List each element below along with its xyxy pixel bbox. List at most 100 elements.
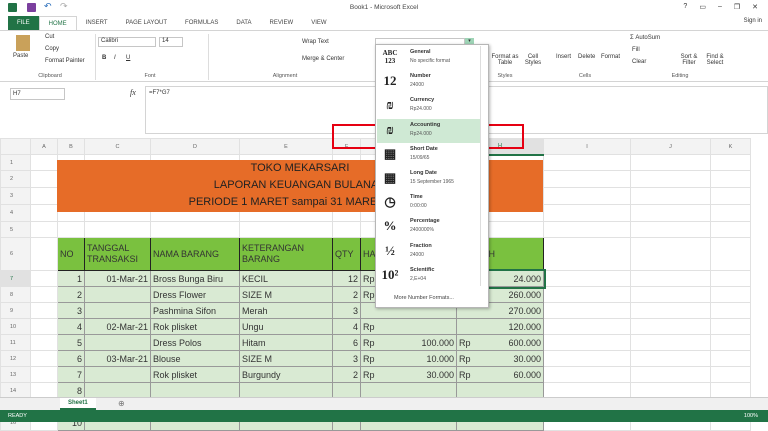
cell[interactable] bbox=[543, 237, 631, 271]
cell[interactable] bbox=[630, 270, 711, 287]
cell[interactable] bbox=[710, 187, 751, 205]
row-header-5[interactable]: 5 bbox=[0, 221, 31, 238]
cell[interactable] bbox=[30, 221, 58, 238]
cell[interactable] bbox=[150, 221, 240, 238]
tab-data[interactable]: DATA bbox=[227, 16, 260, 30]
qty-cell[interactable]: 3 bbox=[332, 350, 361, 367]
cell[interactable] bbox=[630, 221, 711, 238]
price-cell[interactable]: Rp 10.000 bbox=[360, 350, 457, 367]
row-header-8[interactable]: 8 bbox=[0, 286, 31, 303]
add-sheet-icon[interactable]: ⊕ bbox=[118, 399, 125, 408]
cell[interactable] bbox=[543, 318, 631, 335]
copy-button[interactable]: Copy bbox=[45, 46, 59, 52]
no-cell[interactable]: 3 bbox=[57, 302, 85, 319]
qty-cell[interactable]: 3 bbox=[332, 302, 361, 319]
no-cell[interactable]: 1 bbox=[57, 270, 85, 287]
column-header-J[interactable]: J bbox=[630, 138, 711, 155]
format-option-accounting[interactable]: ₪ Accounting Rp24.000 bbox=[377, 118, 480, 143]
qty-cell[interactable]: 6 bbox=[332, 334, 361, 351]
row-header-13[interactable]: 13 bbox=[0, 366, 31, 383]
format-button[interactable]: Format bbox=[601, 54, 620, 60]
format-as-table-button[interactable]: Format as Table bbox=[491, 54, 519, 66]
cell[interactable] bbox=[630, 334, 711, 351]
wrap-text-button[interactable]: Wrap Text bbox=[302, 39, 329, 45]
cell[interactable] bbox=[710, 318, 751, 335]
format-painter-button[interactable]: Format Painter bbox=[45, 58, 85, 64]
cell[interactable] bbox=[543, 334, 631, 351]
row-header-1[interactable]: 1 bbox=[0, 154, 31, 171]
price-cell[interactable]: Rp 30.000 bbox=[360, 366, 457, 383]
date-cell[interactable]: 01-Mar-21 bbox=[84, 270, 151, 287]
price-cell[interactable]: Rp 100.000 bbox=[360, 334, 457, 351]
cell[interactable] bbox=[30, 302, 58, 319]
cell[interactable] bbox=[239, 221, 333, 238]
cell[interactable] bbox=[630, 318, 711, 335]
date-cell[interactable] bbox=[84, 334, 151, 351]
cell[interactable] bbox=[30, 237, 58, 271]
fill-button[interactable]: Fill bbox=[632, 47, 640, 53]
cell[interactable] bbox=[543, 204, 631, 222]
cell[interactable] bbox=[543, 286, 631, 303]
description-cell[interactable]: Ungu bbox=[239, 318, 333, 335]
tab-file[interactable]: FILE bbox=[8, 16, 39, 30]
cell[interactable] bbox=[710, 204, 751, 222]
date-cell[interactable]: 02-Mar-21 bbox=[84, 318, 151, 335]
no-cell[interactable]: 6 bbox=[57, 350, 85, 367]
font-name-select[interactable]: Calibri bbox=[98, 37, 156, 47]
cell[interactable] bbox=[30, 366, 58, 383]
cell[interactable] bbox=[630, 302, 711, 319]
cell[interactable] bbox=[543, 302, 631, 319]
no-cell[interactable]: 7 bbox=[57, 366, 85, 383]
paste-button[interactable]: Paste bbox=[13, 53, 28, 59]
tab-insert[interactable]: INSERT bbox=[77, 16, 117, 30]
insert-button[interactable]: Insert bbox=[556, 54, 571, 60]
cell[interactable] bbox=[543, 366, 631, 383]
cell[interactable] bbox=[630, 154, 711, 171]
column-header-A[interactable]: A bbox=[30, 138, 58, 155]
format-option-time[interactable]: ◷ Time 0:00:00 bbox=[377, 191, 480, 215]
cell[interactable] bbox=[543, 350, 631, 367]
select-all-corner[interactable] bbox=[0, 138, 31, 155]
format-option-short-date[interactable]: ▦ Short Date 15/09/65 bbox=[377, 143, 480, 167]
tab-formulas[interactable]: FORMULAS bbox=[176, 16, 227, 30]
item-name-cell[interactable]: Dress Polos bbox=[150, 334, 240, 351]
description-cell[interactable]: Hitam bbox=[239, 334, 333, 351]
date-cell[interactable]: 03-Mar-21 bbox=[84, 350, 151, 367]
amount-cell[interactable]: Rp 60.000 bbox=[456, 366, 544, 383]
cell[interactable] bbox=[710, 350, 751, 367]
tab-review[interactable]: REVIEW bbox=[261, 16, 303, 30]
column-header-E[interactable]: E bbox=[239, 138, 333, 155]
column-header-B[interactable]: B bbox=[57, 138, 85, 155]
description-cell[interactable]: Merah bbox=[239, 302, 333, 319]
menu-scrollbar[interactable] bbox=[480, 46, 488, 286]
amount-cell[interactable]: Rp 30.000 bbox=[456, 350, 544, 367]
cell[interactable] bbox=[543, 154, 631, 171]
cut-button[interactable]: Cut bbox=[45, 34, 54, 40]
row-header-12[interactable]: 12 bbox=[0, 350, 31, 367]
column-header-I[interactable]: I bbox=[543, 138, 631, 155]
cell[interactable] bbox=[710, 366, 751, 383]
no-cell[interactable]: 2 bbox=[57, 286, 85, 303]
tab-view[interactable]: VIEW bbox=[302, 16, 335, 30]
row-header-11[interactable]: 11 bbox=[0, 334, 31, 351]
tab-page-layout[interactable]: PAGE LAYOUT bbox=[117, 16, 176, 30]
date-cell[interactable] bbox=[84, 366, 151, 383]
cell[interactable] bbox=[630, 170, 711, 188]
format-option-currency[interactable]: ₪ Currency Rp24.000 bbox=[377, 94, 480, 118]
cell[interactable] bbox=[630, 366, 711, 383]
cell[interactable] bbox=[710, 221, 751, 238]
cell[interactable] bbox=[543, 170, 631, 188]
item-name-cell[interactable]: Blouse bbox=[150, 350, 240, 367]
item-name-cell[interactable]: Pashmina Sifon bbox=[150, 302, 240, 319]
cell[interactable] bbox=[30, 350, 58, 367]
format-option-fraction[interactable]: ½ Fraction 24000 bbox=[377, 240, 480, 264]
cell[interactable] bbox=[30, 170, 58, 188]
item-name-cell[interactable]: Bross Bunga Biru bbox=[150, 270, 240, 287]
cell-styles-button[interactable]: Cell Styles bbox=[522, 54, 544, 66]
format-option-percentage[interactable]: % Percentage 2400000% bbox=[377, 215, 480, 239]
cell[interactable] bbox=[630, 350, 711, 367]
fx-icon[interactable]: fx bbox=[130, 88, 136, 97]
qty-cell[interactable]: 2 bbox=[332, 286, 361, 303]
delete-button[interactable]: Delete bbox=[578, 54, 595, 60]
row-header-7[interactable]: 7 bbox=[0, 270, 31, 287]
